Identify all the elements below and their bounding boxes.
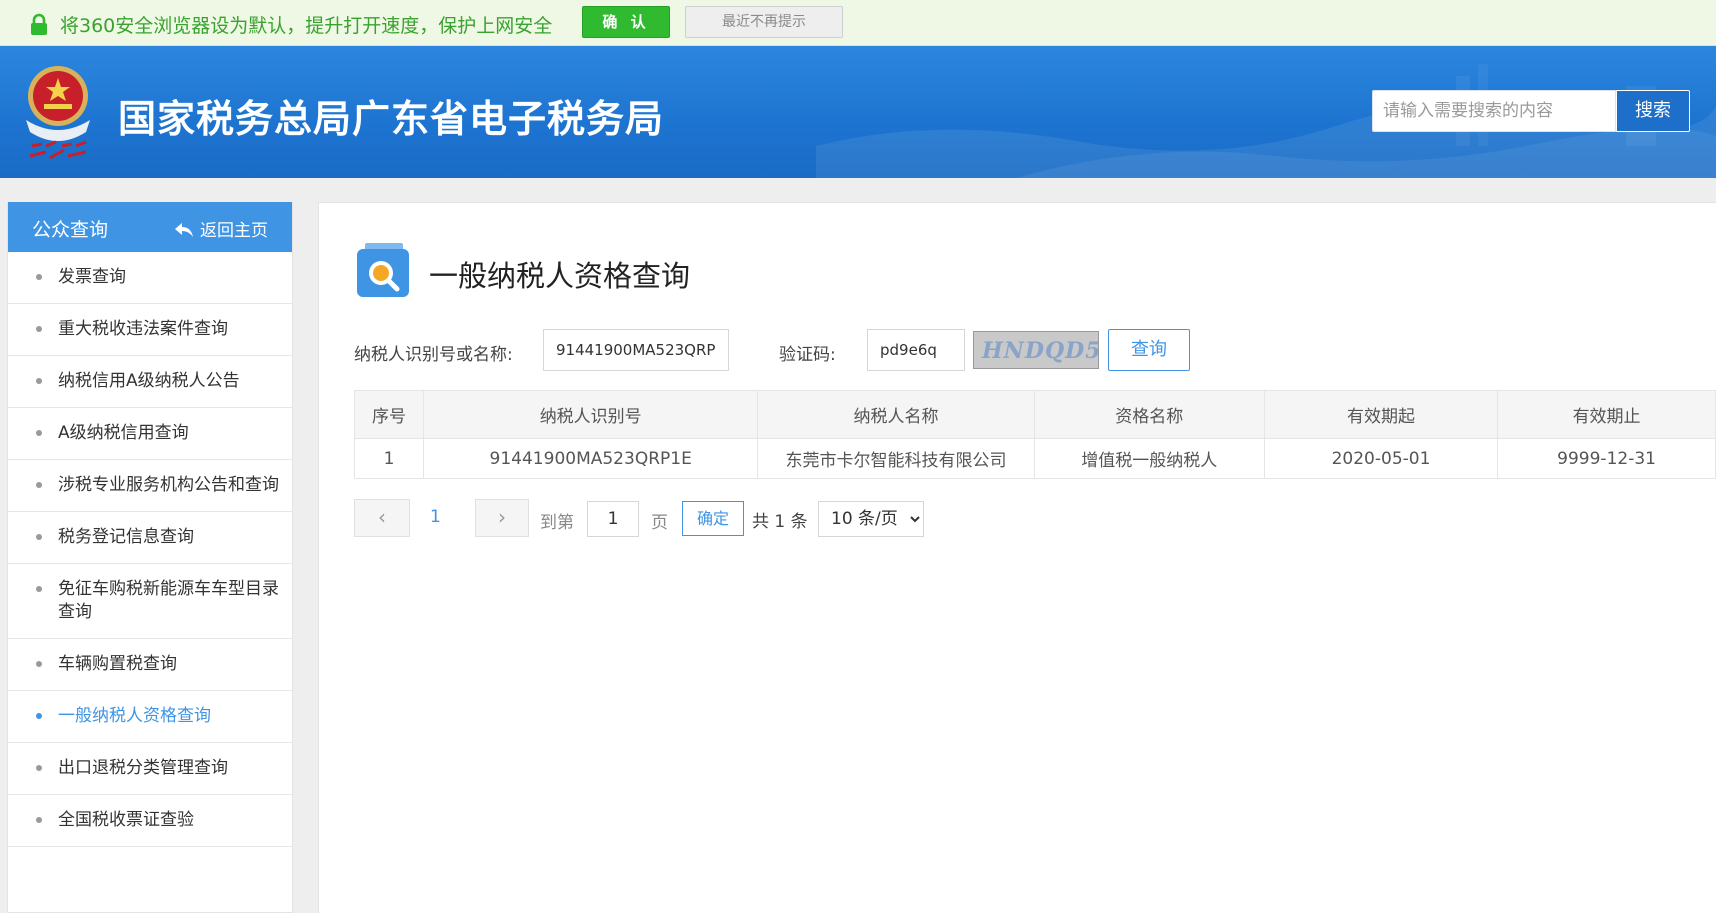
sidebar-item-a-level-announcement[interactable]: 纳税信用A级纳税人公告	[8, 356, 292, 408]
bullet-dot-icon	[36, 430, 42, 436]
current-page-number[interactable]: 1	[430, 507, 441, 527]
captcha-image-text: HNDQD5	[982, 338, 1099, 364]
sidebar-item-label: 重大税收违法案件查询	[58, 319, 228, 339]
sidebar-item-tax-service-agency[interactable]: 涉税专业服务机构公告和查询	[8, 460, 292, 512]
sidebar-item-label: 涉税专业服务机构公告和查询	[58, 475, 279, 495]
sidebar-item-major-violation-query[interactable]: 重大税收违法案件查询	[8, 304, 292, 356]
back-arrow-icon	[175, 223, 193, 237]
bullet-dot-icon	[36, 274, 42, 280]
col-header-index: 序号	[353, 390, 425, 439]
next-page-button[interactable]: ›	[475, 499, 529, 537]
sidebar-item-general-taxpayer-query[interactable]: 一般纳税人资格查询	[8, 691, 292, 743]
dismiss-notice-button[interactable]: 最近不再提示	[685, 6, 843, 38]
taxpayer-id-label: 纳税人识别号或名称:	[354, 345, 513, 365]
col-header-valid-to: 有效期止	[1497, 390, 1716, 439]
next-arrow-icon: ›	[498, 505, 506, 529]
captcha-input[interactable]	[867, 329, 965, 371]
sidebar-item-tax-receipt-verify[interactable]: 全国税收票证查验	[8, 795, 292, 847]
sidebar-header: 公众查询 返回主页	[8, 202, 292, 252]
cell-valid-from: 2020-05-01	[1263, 438, 1499, 479]
lock-icon	[31, 13, 47, 35]
query-document-icon	[357, 243, 409, 297]
bullet-dot-icon	[36, 482, 42, 488]
total-count-label: 共 1 条	[752, 512, 808, 532]
back-to-home-label: 返回主页	[200, 221, 268, 241]
prev-arrow-icon: ‹	[378, 505, 386, 529]
sidebar-item-label: A级纳税信用查询	[58, 423, 189, 443]
cell-index: 1	[353, 438, 425, 479]
bullet-dot-icon	[36, 326, 42, 332]
page-unit-label: 页	[651, 513, 668, 533]
col-header-taxpayer-id: 纳税人识别号	[423, 390, 759, 439]
sidebar-item-label: 免征车购税新能源车车型目录查询	[58, 579, 279, 622]
main-panel: 一般纳税人资格查询 纳税人识别号或名称: 验证码: HNDQD5 查询 序号 纳…	[318, 202, 1716, 913]
goto-page-input[interactable]	[587, 501, 639, 537]
cell-valid-to: 9999-12-31	[1497, 438, 1716, 479]
cell-qualification: 增值税一般纳税人	[1033, 438, 1265, 479]
sidebar-item-a-level-credit-query[interactable]: A级纳税信用查询	[8, 408, 292, 460]
back-to-home-link[interactable]: 返回主页	[174, 216, 268, 241]
site-search-button[interactable]: 搜索	[1616, 90, 1690, 132]
bullet-dot-icon	[36, 586, 42, 592]
sidebar-item-label: 出口退税分类管理查询	[58, 758, 228, 778]
page-title: 一般纳税人资格查询	[429, 259, 691, 293]
prev-page-button[interactable]: ‹	[354, 499, 410, 537]
bullet-dot-icon	[36, 765, 42, 771]
site-title: 国家税务总局广东省电子税务局	[118, 97, 665, 141]
sidebar-item-label: 发票查询	[58, 267, 126, 287]
cell-taxpayer-id: 91441900MA523QRP1E	[423, 438, 759, 479]
table-header-row: 序号 纳税人识别号 纳税人名称 资格名称 有效期起 有效期止	[353, 390, 1716, 439]
bullet-dot-icon	[36, 534, 42, 540]
col-header-taxpayer-name: 纳税人名称	[757, 390, 1035, 439]
bullet-dot-icon	[36, 378, 42, 384]
site-header: 国家税务总局广东省电子税务局 搜索	[0, 46, 1716, 178]
taxpayer-id-input[interactable]	[543, 329, 729, 371]
sidebar-item-label: 一般纳税人资格查询	[58, 706, 211, 726]
query-button[interactable]: 查询	[1108, 329, 1190, 371]
sidebar-item-export-rebate-query[interactable]: 出口退税分类管理查询	[8, 743, 292, 795]
sidebar-title: 公众查询	[32, 219, 109, 241]
bullet-dot-icon	[36, 661, 42, 667]
default-browser-notice-bar: 将360安全浏览器设为默认，提升打开速度，保护上网安全 确 认 最近不再提示	[0, 0, 1716, 46]
confirm-default-browser-button[interactable]: 确 认	[582, 6, 670, 38]
sidebar: 公众查询 返回主页 发票查询 重大税收违法案件查询 纳税信用A级纳税人公告 A级…	[7, 202, 293, 913]
cell-taxpayer-name: 东莞市卡尔智能科技有限公司	[757, 438, 1035, 479]
col-header-qualification: 资格名称	[1033, 390, 1265, 439]
sidebar-menu: 发票查询 重大税收违法案件查询 纳税信用A级纳税人公告 A级纳税信用查询 涉税专…	[8, 252, 292, 847]
sidebar-item-vehicle-purchase-tax[interactable]: 车辆购置税查询	[8, 639, 292, 691]
notice-text: 将360安全浏览器设为默认，提升打开速度，保护上网安全	[60, 15, 553, 37]
site-search-input[interactable]	[1372, 90, 1616, 132]
page-size-select[interactable]: 10 条/页	[818, 501, 924, 537]
sidebar-item-label: 纳税信用A级纳税人公告	[58, 371, 240, 391]
goto-page-label: 到第	[540, 513, 574, 533]
sidebar-item-label: 税务登记信息查询	[58, 527, 194, 547]
goto-page-confirm-button[interactable]: 确定	[682, 501, 744, 536]
sidebar-item-tax-registration-query[interactable]: 税务登记信息查询	[8, 512, 292, 564]
bullet-dot-icon	[36, 713, 42, 719]
bullet-dot-icon	[36, 817, 42, 823]
sidebar-item-label: 全国税收票证查验	[58, 810, 194, 830]
captcha-label: 验证码:	[779, 345, 836, 365]
col-header-valid-from: 有效期起	[1263, 390, 1499, 439]
sidebar-item-label: 车辆购置税查询	[58, 654, 177, 674]
national-tax-emblem-icon	[26, 66, 90, 160]
sidebar-item-invoice-query[interactable]: 发票查询	[8, 252, 292, 304]
sidebar-item-new-energy-vehicle-catalog[interactable]: 免征车购税新能源车车型目录查询	[8, 564, 292, 639]
captcha-image[interactable]: HNDQD5	[973, 331, 1099, 369]
result-table: 序号 纳税人识别号 纳税人名称 资格名称 有效期起 有效期止 1 9144190…	[353, 390, 1716, 479]
table-row: 1 91441900MA523QRP1E 东莞市卡尔智能科技有限公司 增值税一般…	[353, 438, 1716, 479]
